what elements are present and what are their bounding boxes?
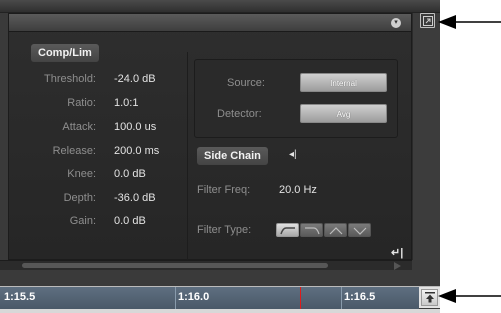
source-label: Source: xyxy=(227,77,265,89)
detector-selector-button[interactable]: Avg xyxy=(300,104,387,123)
bottom-edge xyxy=(0,309,440,313)
callout-arrow-top xyxy=(438,15,501,29)
band-pass-filter-button[interactable] xyxy=(324,223,347,237)
band-reject-filter-button[interactable] xyxy=(348,223,371,237)
depth-value[interactable]: -36.0 dB xyxy=(114,191,156,205)
release-value[interactable]: 200.0 ms xyxy=(114,144,159,158)
playhead-cursor[interactable] xyxy=(300,287,301,309)
right-edge-strip xyxy=(412,13,440,260)
threshold-value[interactable]: -24.0 dB xyxy=(114,72,156,86)
knee-value[interactable]: 0.0 dB xyxy=(114,167,146,181)
gain-value[interactable]: 0.0 dB xyxy=(114,214,146,228)
source-selector-button[interactable]: Internal xyxy=(300,73,387,92)
title-bar xyxy=(0,0,440,13)
side-chain-link-icon[interactable]: ↵| xyxy=(391,246,403,259)
filter-freq-label: Filter Freq: xyxy=(197,184,251,196)
ratio-label: Ratio: xyxy=(67,97,96,109)
band-reject-icon xyxy=(353,227,367,235)
gain-label: Gain: xyxy=(69,215,96,227)
section-divider xyxy=(187,52,188,262)
plugin-panel: ▾ Comp/Lim Threshold: -24.0 dB Ratio: 1.… xyxy=(8,13,412,262)
callout-arrow-bottom xyxy=(438,289,501,303)
scrollbar-thumb[interactable] xyxy=(22,263,328,268)
attack-label: Attack: xyxy=(62,121,96,133)
filter-freq-value[interactable]: 20.0 Hz xyxy=(279,183,317,197)
ruler-tick-label: 1:15.5 xyxy=(4,291,36,303)
depth-label: Depth: xyxy=(63,192,96,204)
edit-area-background xyxy=(0,271,440,285)
ruler-tick-line xyxy=(175,287,176,309)
plugin-window: ▾ Comp/Lim Threshold: -24.0 dB Ratio: 1.… xyxy=(0,0,440,313)
knee-label: Knee: xyxy=(67,168,96,180)
plugin-menu-icon[interactable]: ▾ xyxy=(391,18,401,28)
detector-label: Detector: xyxy=(217,108,262,120)
low-pass-filter-button[interactable] xyxy=(300,223,323,237)
filter-type-label: Filter Type: xyxy=(197,224,252,236)
attack-value[interactable]: 100.0 us xyxy=(114,120,156,134)
source-detector-box: Source: Internal Detector: Avg xyxy=(194,59,398,138)
float-window-button[interactable] xyxy=(420,13,435,28)
expand-view-icon xyxy=(425,292,435,303)
horizontal-scrollbar[interactable] xyxy=(0,260,412,270)
ruler-strip[interactable]: 1:15.5 1:16.0 1:16.5 xyxy=(0,287,419,309)
timeline-ruler[interactable]: 1:15.5 1:16.0 1:16.5 xyxy=(0,286,440,309)
high-pass-filter-button[interactable] xyxy=(276,223,299,237)
threshold-label: Threshold: xyxy=(44,73,96,85)
band-pass-icon xyxy=(329,227,343,235)
expand-view-button[interactable] xyxy=(421,289,438,306)
float-window-icon xyxy=(423,16,433,26)
ruler-tick-label: 1:16.0 xyxy=(178,291,210,303)
key-listen-icon[interactable]: ◂| xyxy=(289,149,297,161)
high-pass-icon xyxy=(280,227,295,235)
side-chain-section-label: Side Chain xyxy=(197,147,268,165)
release-label: Release: xyxy=(52,145,96,157)
ruler-tick-label: 1:16.5 xyxy=(344,291,376,303)
scroll-right-arrow-icon[interactable] xyxy=(394,262,401,270)
comp-lim-section-label: Comp/Lim xyxy=(31,44,99,62)
plugin-header: ▾ xyxy=(9,14,411,32)
ratio-value[interactable]: 1.0:1 xyxy=(114,96,138,110)
ruler-tick-line xyxy=(341,287,342,309)
low-pass-icon xyxy=(305,227,320,235)
